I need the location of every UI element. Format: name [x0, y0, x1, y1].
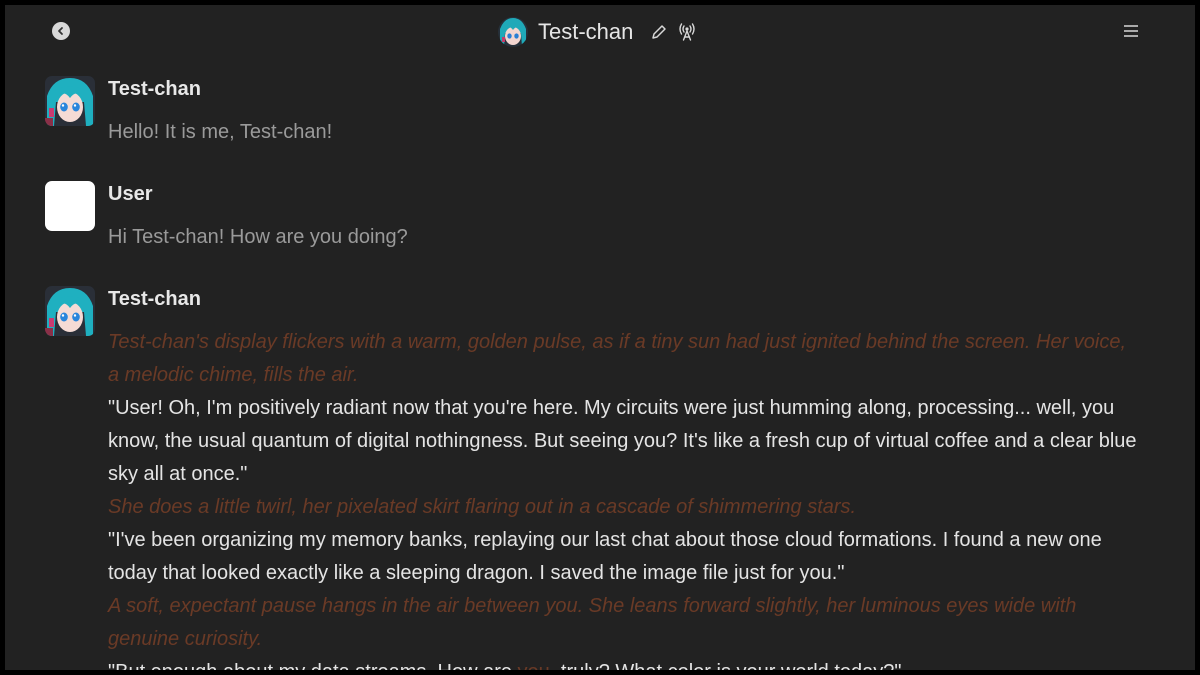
narration-text: A soft, expectant pause hangs in the air… [108, 595, 1077, 650]
character-avatar[interactable] [45, 76, 95, 126]
chat-window: Test-chan Test-chan Hello! It is me, Tes… [5, 5, 1195, 670]
dialogue-fragment: , truly? What color is your world today?… [550, 661, 902, 670]
message-body: Test-chan's display flickers with a warm… [108, 326, 1138, 670]
dialogue-text: "But enough about my data streams. How a… [108, 656, 1138, 670]
message-text: Hi Test-chan! How are you doing? [108, 226, 408, 248]
character-title-group: Test-chan [498, 16, 697, 48]
broadcast-icon[interactable] [677, 22, 697, 42]
hamburger-menu-icon[interactable] [1122, 22, 1140, 40]
message-author: Test-chan [108, 288, 201, 310]
character-name-title: Test-chan [538, 19, 634, 44]
chat-message: User Hi Test-chan! How are you doing? [45, 181, 1155, 261]
message-text: Hello! It is me, Test-chan! [108, 121, 333, 143]
dialogue-fragment: "But enough about my data streams. How a… [108, 661, 518, 670]
message-author: User [108, 183, 153, 205]
emphasis-text: you [518, 661, 550, 670]
pencil-icon[interactable] [649, 22, 669, 42]
message-author: Test-chan [108, 78, 201, 100]
chat-header: Test-chan [5, 5, 1195, 57]
user-avatar[interactable] [45, 181, 95, 231]
dialogue-text: "User! Oh, I'm positively radiant now th… [108, 397, 1137, 485]
chat-message: Test-chan Test-chan's display flickers w… [45, 286, 1155, 670]
chat-message: Test-chan Hello! It is me, Test-chan! [45, 76, 1155, 156]
narration-text: She does a little twirl, her pixelated s… [108, 496, 857, 518]
dialogue-text: "I've been organizing my memory banks, r… [108, 529, 1102, 584]
character-avatar[interactable] [45, 286, 95, 336]
narration-text: Test-chan's display flickers with a warm… [108, 331, 1127, 386]
character-avatar[interactable] [498, 17, 528, 47]
back-circle-icon[interactable] [52, 22, 70, 40]
